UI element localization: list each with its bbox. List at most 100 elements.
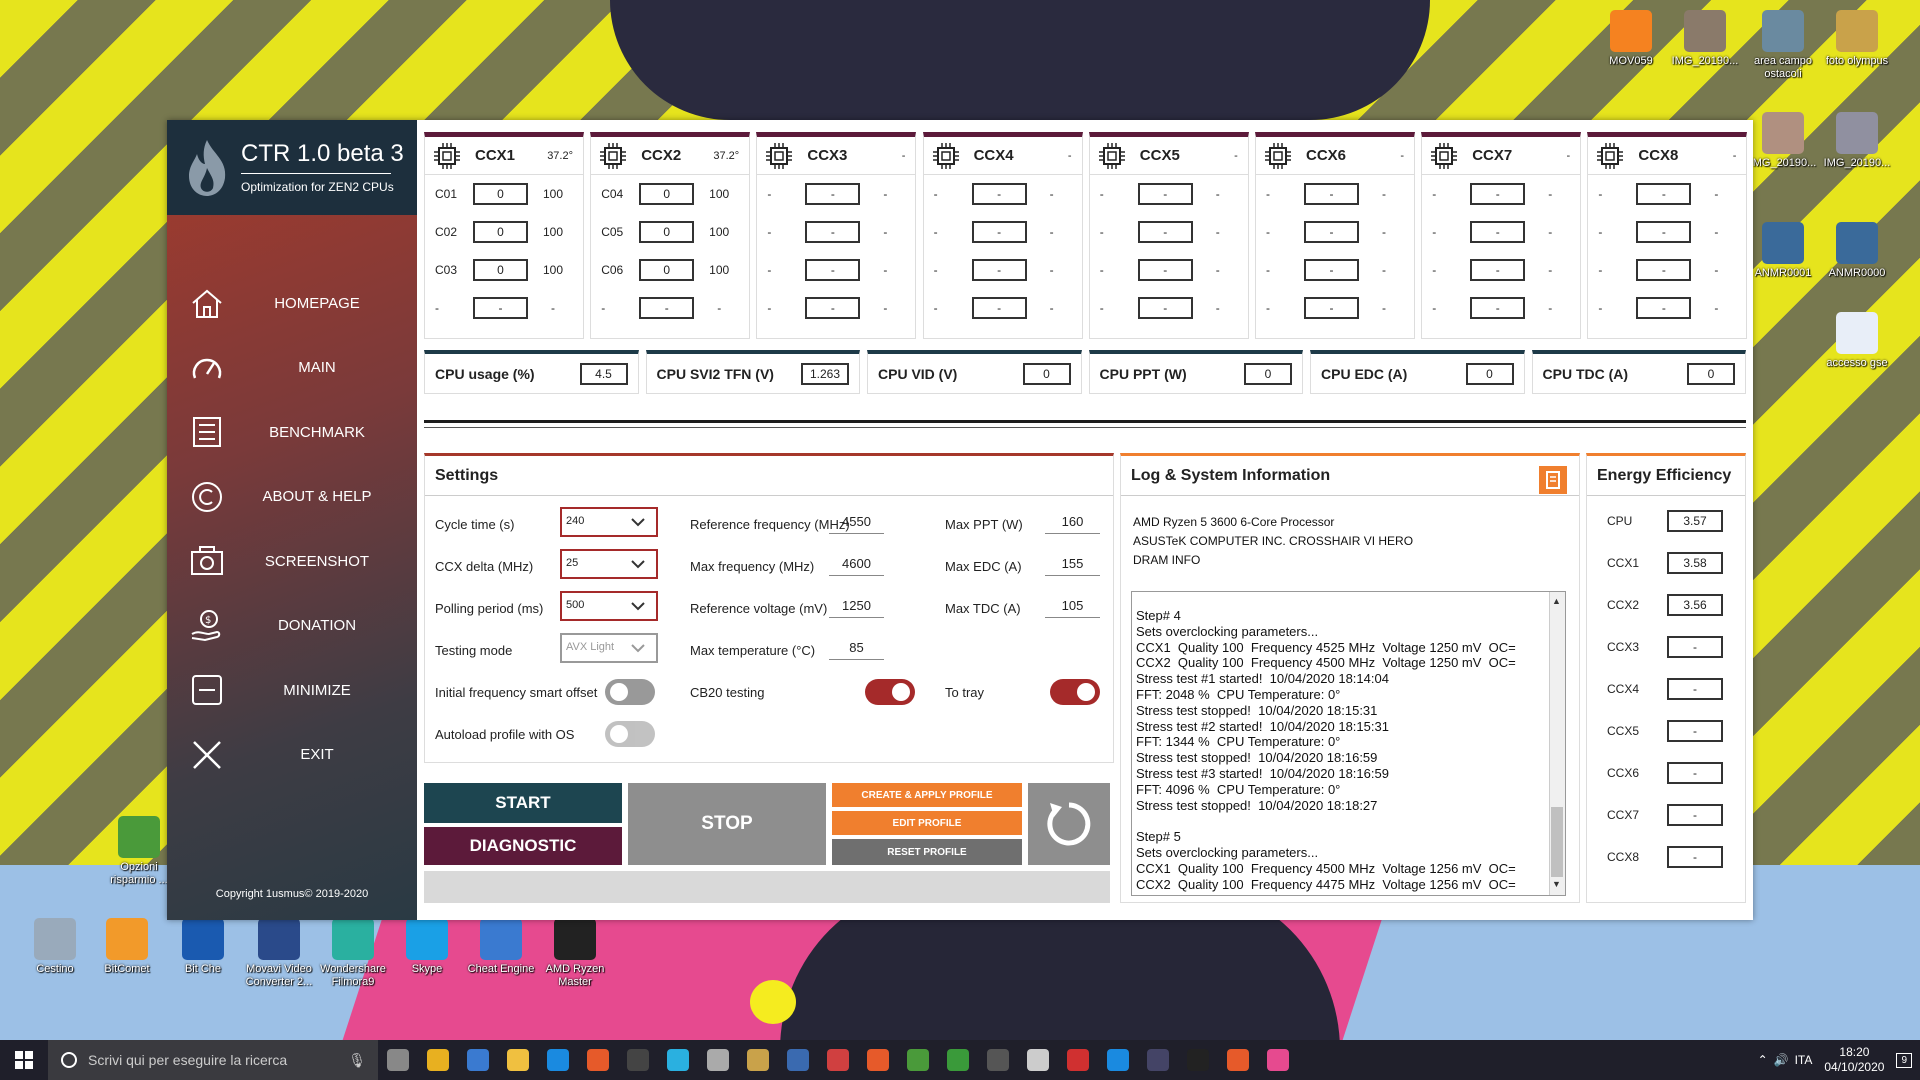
core-offset-input[interactable]: - [805,183,861,205]
scroll-thumb[interactable] [1551,807,1563,877]
nav-benchmark[interactable]: BENCHMARK [167,403,417,461]
nav-exit[interactable]: EXIT [167,726,417,784]
smart-offset-toggle[interactable] [605,679,655,705]
taskbar-app[interactable] [618,1040,658,1080]
desktop-icon[interactable]: ANMR0000 [1822,222,1892,280]
core-offset-input[interactable]: 0 [473,259,528,281]
core-offset-input[interactable]: 0 [473,183,528,205]
desktop-icon[interactable]: Movavi Video Converter 2... [244,918,314,989]
desktop-icon[interactable]: IMG_20190... [1670,10,1740,68]
core-offset-input[interactable]: 0 [639,259,695,281]
taskbar-app[interactable] [378,1040,418,1080]
max-edc-input[interactable]: 155 [1045,554,1100,576]
desktop-icon[interactable]: area campo ostacoli [1748,10,1818,81]
taskbar-app[interactable] [698,1040,738,1080]
core-offset-input[interactable]: - [1636,221,1692,243]
desktop-icon[interactable]: ANMR0001 [1748,222,1818,280]
taskbar-app[interactable] [938,1040,978,1080]
windows-start-button[interactable] [0,1040,48,1080]
log-copy-button[interactable] [1539,466,1567,494]
taskbar-app[interactable] [858,1040,898,1080]
core-offset-input[interactable]: - [971,297,1027,319]
core-offset-input[interactable]: 0 [639,183,695,205]
language-indicator[interactable]: ITA [1795,1053,1813,1067]
taskbar-app[interactable] [1218,1040,1258,1080]
desktop-icon[interactable]: BitComet [92,918,162,976]
taskbar-app[interactable] [498,1040,538,1080]
desktop-icon[interactable]: accesso gse [1822,312,1892,370]
notification-badge[interactable]: 9 [1896,1052,1912,1068]
tray-expand-icon[interactable]: ⌃ [1758,1053,1768,1067]
stop-button[interactable]: STOP [628,783,826,865]
taskbar-app[interactable] [978,1040,1018,1080]
core-offset-input[interactable]: - [1137,183,1193,205]
scroll-down-icon[interactable]: ▼ [1552,877,1561,893]
log-textarea[interactable]: Step# 4 Sets overclocking parameters... CC… [1131,591,1566,896]
desktop-icon[interactable]: Wondershare Filmora9 [318,918,388,989]
start-button[interactable]: START [424,783,622,823]
taskbar-app[interactable] [1058,1040,1098,1080]
log-scrollbar[interactable]: ▲ ▼ [1549,592,1565,895]
ref-volt-input[interactable]: 1250 [829,596,884,618]
core-offset-input[interactable]: - [1470,259,1526,281]
cb20-toggle[interactable] [865,679,915,705]
core-offset-input[interactable]: - [639,297,695,319]
nav-minimize[interactable]: MINIMIZE [167,661,417,719]
core-offset-input[interactable]: - [805,221,861,243]
edit-profile-button[interactable]: EDIT PROFILE [832,811,1022,835]
create-apply-profile-button[interactable]: CREATE & APPLY PROFILE [832,783,1022,807]
to-tray-toggle[interactable] [1050,679,1100,705]
taskbar-app[interactable] [778,1040,818,1080]
core-offset-input[interactable]: - [1304,221,1359,243]
desktop-icon[interactable]: Skype [392,918,462,976]
taskbar-app[interactable] [818,1040,858,1080]
scroll-up-icon[interactable]: ▲ [1552,594,1561,610]
desktop-icon[interactable]: Opzioni risparmio ... [104,816,174,887]
microphone-icon[interactable]: 🎙 [348,1052,366,1069]
taskbar-app[interactable] [738,1040,778,1080]
core-offset-input[interactable]: - [1304,183,1359,205]
max-temp-input[interactable]: 85 [829,638,884,660]
max-tdc-input[interactable]: 105 [1045,596,1100,618]
taskbar-app[interactable] [458,1040,498,1080]
core-offset-input[interactable]: - [971,183,1027,205]
core-offset-input[interactable]: 0 [639,221,695,243]
core-offset-input[interactable]: - [473,297,528,319]
ref-freq-input[interactable]: 4550 [829,512,884,534]
core-offset-input[interactable]: - [1636,259,1692,281]
core-offset-input[interactable]: - [805,259,861,281]
autoload-toggle[interactable] [605,721,655,747]
desktop-icon[interactable]: IMG_20190... [1748,112,1818,170]
core-offset-input[interactable]: - [1137,259,1193,281]
desktop-icon[interactable]: AMD Ryzen Master [540,918,610,989]
core-offset-input[interactable]: - [1304,297,1359,319]
taskbar-app[interactable] [1258,1040,1298,1080]
desktop-icon[interactable]: foto olympus [1822,10,1892,68]
cycle-time-dropdown[interactable]: 240 [560,507,658,537]
refresh-button[interactable] [1028,783,1110,865]
core-offset-input[interactable]: - [971,259,1027,281]
taskbar-app[interactable] [578,1040,618,1080]
taskbar-app[interactable] [1018,1040,1058,1080]
reset-profile-button[interactable]: RESET PROFILE [832,839,1022,865]
desktop-icon[interactable]: Bit Che [168,918,238,976]
taskbar-app[interactable] [418,1040,458,1080]
core-offset-input[interactable]: - [1636,297,1692,319]
core-offset-input[interactable]: - [1470,297,1526,319]
taskbar-search[interactable]: Scrivi qui per eseguire la ricerca 🎙 [48,1040,378,1080]
taskbar-app[interactable] [1138,1040,1178,1080]
max-ppt-input[interactable]: 160 [1045,512,1100,534]
polling-dropdown[interactable]: 500 [560,591,658,621]
nav-about-help[interactable]: ABOUT & HELP [167,468,417,526]
core-offset-input[interactable]: - [971,221,1027,243]
max-freq-input[interactable]: 4600 [829,554,884,576]
diagnostic-button[interactable]: DIAGNOSTIC [424,827,622,865]
desktop-icon[interactable]: IMG_20190... [1822,112,1892,170]
desktop-icon[interactable]: Cheat Engine [466,918,536,976]
ccx-delta-dropdown[interactable]: 25 [560,549,658,579]
nav-donation[interactable]: $ DONATION [167,597,417,655]
nav-main[interactable]: MAIN [167,339,417,397]
volume-icon[interactable]: 🔊 [1774,1053,1789,1067]
core-offset-input[interactable]: - [1636,183,1692,205]
core-offset-input[interactable]: 0 [473,221,528,243]
